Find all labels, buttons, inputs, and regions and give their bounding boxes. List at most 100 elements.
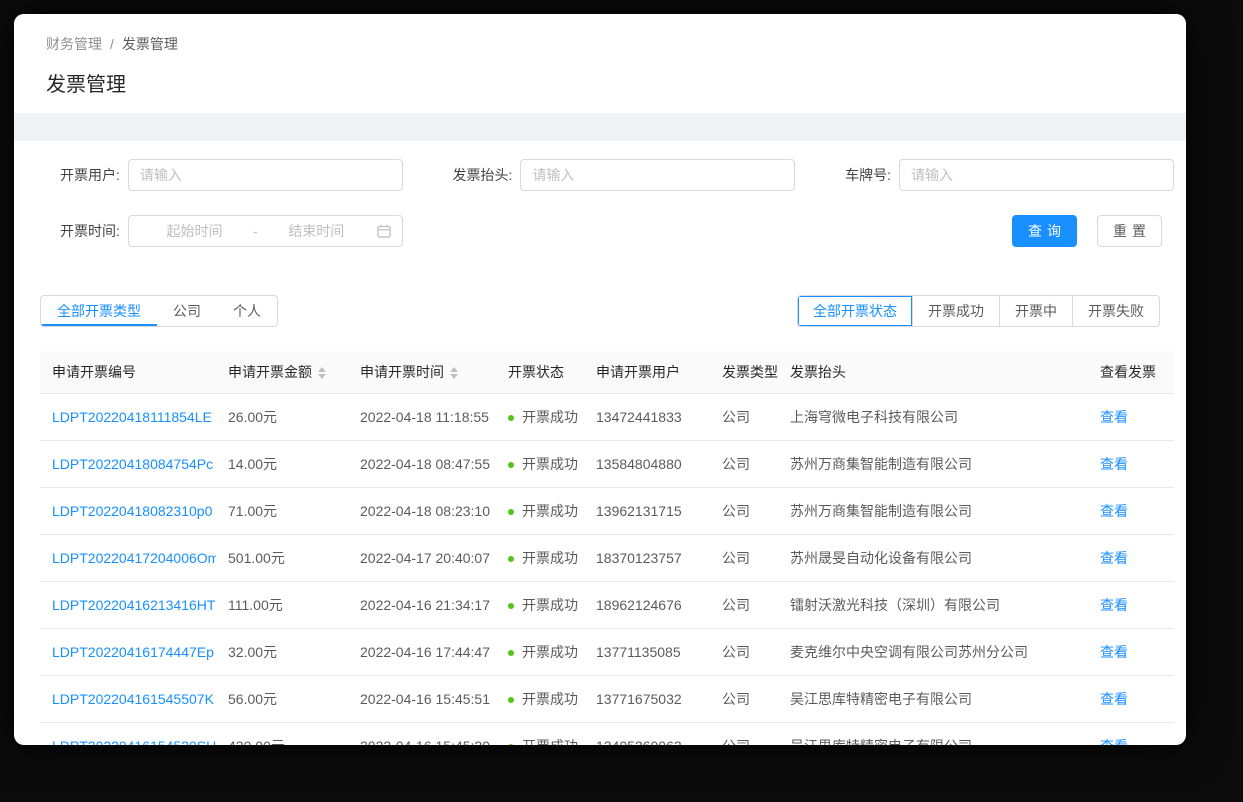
- user-cell: 13771675032: [584, 675, 710, 723]
- action-cell: 查看: [1088, 675, 1174, 723]
- invoice-title-cell: 镭射沃激光科技（深圳）有限公司: [778, 581, 1088, 629]
- caret-up-icon: [450, 367, 458, 373]
- type-cell: 公司: [710, 581, 778, 629]
- invoice-user-input[interactable]: [127, 159, 403, 191]
- invoice-type-tab-2[interactable]: 个人: [217, 296, 277, 326]
- invoice-id-link[interactable]: LDPT20220416174447Ep: [52, 644, 214, 660]
- sorter-icon[interactable]: [450, 367, 458, 380]
- invoice-id-link[interactable]: LDPT202204161545507K: [52, 691, 214, 707]
- invoice-id-link[interactable]: LDPT20220418082310p0: [52, 503, 212, 519]
- invoice-title-label: 发票抬头:: [452, 167, 513, 183]
- filter-actions: 查询 重置: [1012, 215, 1174, 247]
- plate-number-input[interactable]: [898, 159, 1174, 191]
- status-dot-icon: [508, 462, 514, 468]
- filter-invoice-time: 开票时间: 起始时间 - 结束时间: [60, 215, 403, 247]
- status-dot-icon: [508, 509, 514, 515]
- invoice-type-tab-1[interactable]: 公司: [157, 296, 217, 326]
- breadcrumb-separator: /: [110, 36, 114, 52]
- status-dot-icon: [508, 556, 514, 562]
- view-invoice-link[interactable]: 查看: [1100, 691, 1128, 707]
- app-window: 财务管理 / 发票管理 发票管理 开票用户: 发票抬头: 车牌号: 开票时间:: [14, 14, 1186, 745]
- invoice-status-tab-0[interactable]: 全部开票状态: [798, 296, 912, 326]
- column-header-6: 发票抬头: [778, 351, 1088, 394]
- invoice-type-tab-0[interactable]: 全部开票类型: [41, 296, 157, 326]
- invoice-id-link[interactable]: LDPT20220417204006Om: [52, 550, 216, 566]
- view-invoice-link[interactable]: 查看: [1100, 644, 1128, 660]
- amount-cell: 439.00元: [216, 722, 348, 745]
- breadcrumb-item-finance[interactable]: 财务管理: [46, 36, 102, 52]
- column-header-label: 申请开票用户: [596, 364, 680, 380]
- column-header-3: 开票状态: [496, 351, 584, 394]
- filter-section: 开票用户: 发票抬头: 车牌号: 开票时间: 起始时间 - 结束时间: [14, 141, 1186, 247]
- time-cell: 2022-04-17 20:40:07: [348, 534, 496, 582]
- time-cell: 2022-04-18 11:18:55: [348, 393, 496, 441]
- invoice-id-link[interactable]: LDPT20220418111854LE: [52, 409, 212, 425]
- user-cell: 18962124676: [584, 581, 710, 629]
- status-cell: 开票成功: [496, 675, 584, 723]
- section-divider: [14, 113, 1186, 141]
- time-cell: 2022-04-18 08:23:10: [348, 487, 496, 535]
- status-text: 开票成功: [522, 503, 578, 519]
- table-row: LDPT20220418111854LE 26.00元 2022-04-18 11:…: [40, 393, 1174, 441]
- filter-invoice-user: 开票用户:: [60, 159, 403, 191]
- invoice-title-cell: 麦克维尔中央空调有限公司苏州分公司: [778, 628, 1088, 676]
- status-cell: 开票成功: [496, 722, 584, 745]
- invoice-title-cell: 吴江思库特精密电子有限公司: [778, 675, 1088, 723]
- time-cell: 2022-04-16 21:34:17: [348, 581, 496, 629]
- invoice-title-cell: 苏州晟旻自动化设备有限公司: [778, 534, 1088, 582]
- column-header-label: 申请开票编号: [52, 364, 136, 380]
- action-cell: 查看: [1088, 393, 1174, 441]
- status-cell: 开票成功: [496, 628, 584, 676]
- action-cell: 查看: [1088, 487, 1174, 535]
- sorter-icon[interactable]: [318, 367, 326, 380]
- amount-cell: 56.00元: [216, 675, 348, 723]
- invoice-type-tab-group: 全部开票类型 公司 个人: [40, 295, 278, 327]
- invoice-id-cell: LDPT20220417204006Om: [40, 534, 216, 582]
- invoice-time-range-picker[interactable]: 起始时间 - 结束时间: [127, 215, 403, 247]
- invoice-title-input[interactable]: [520, 159, 796, 191]
- invoice-id-link[interactable]: LDPT20220416154520SH: [52, 738, 216, 745]
- column-header-label: 申请开票金额: [228, 364, 312, 380]
- reset-button[interactable]: 重置: [1097, 215, 1162, 247]
- status-text: 开票成功: [522, 456, 578, 472]
- table-body: LDPT20220418111854LE 26.00元 2022-04-18 11:…: [40, 393, 1174, 745]
- invoice-table-wrap: 申请开票编号 申请开票金额 申请开票时间 开票状态 申请开票用户 发票类型 发票抬头 查看发票…: [40, 351, 1174, 745]
- column-header-0: 申请开票编号: [40, 351, 216, 394]
- time-cell: 2022-04-18 08:47:55: [348, 440, 496, 488]
- invoice-status-tab-group: 全部开票状态 开票成功 开票中 开票失败: [797, 295, 1160, 327]
- user-cell: 13405260062: [584, 722, 710, 745]
- status-text: 开票成功: [522, 644, 578, 660]
- status-dot-icon: [508, 603, 514, 609]
- column-header-1[interactable]: 申请开票金额: [216, 351, 348, 394]
- column-header-label: 申请开票时间: [360, 364, 444, 380]
- calendar-icon: [377, 224, 391, 238]
- range-start-placeholder[interactable]: 起始时间: [140, 221, 249, 241]
- view-invoice-link[interactable]: 查看: [1100, 597, 1128, 613]
- invoice-id-link[interactable]: LDPT20220418084754Pc: [52, 456, 213, 472]
- view-invoice-link[interactable]: 查看: [1100, 550, 1128, 566]
- status-cell: 开票成功: [496, 534, 584, 582]
- invoice-status-tab-1[interactable]: 开票成功: [912, 296, 999, 326]
- search-button[interactable]: 查询: [1012, 215, 1077, 247]
- type-cell: 公司: [710, 628, 778, 676]
- caret-down-icon: [450, 374, 458, 380]
- filter-invoice-title: 发票抬头:: [453, 159, 796, 191]
- status-dot-icon: [508, 697, 514, 703]
- invoice-user-label: 开票用户:: [60, 167, 120, 183]
- view-invoice-link[interactable]: 查看: [1100, 409, 1128, 425]
- column-header-label: 开票状态: [508, 364, 564, 380]
- view-invoice-link[interactable]: 查看: [1100, 503, 1128, 519]
- range-end-placeholder[interactable]: 结束时间: [262, 221, 371, 241]
- status-cell: 开票成功: [496, 581, 584, 629]
- status-cell: 开票成功: [496, 440, 584, 488]
- invoice-status-tab-2[interactable]: 开票中: [999, 296, 1072, 326]
- invoice-id-link[interactable]: LDPT20220416213416HT: [52, 597, 215, 613]
- invoice-id-cell: LDPT202204161545507K: [40, 675, 216, 723]
- column-header-7: 查看发票: [1088, 351, 1174, 394]
- invoice-id-cell: LDPT20220418111854LE: [40, 393, 216, 441]
- time-cell: 2022-04-16 15:45:51: [348, 675, 496, 723]
- view-invoice-link[interactable]: 查看: [1100, 456, 1128, 472]
- column-header-2[interactable]: 申请开票时间: [348, 351, 496, 394]
- view-invoice-link[interactable]: 查看: [1100, 738, 1128, 745]
- invoice-status-tab-3[interactable]: 开票失败: [1072, 296, 1159, 326]
